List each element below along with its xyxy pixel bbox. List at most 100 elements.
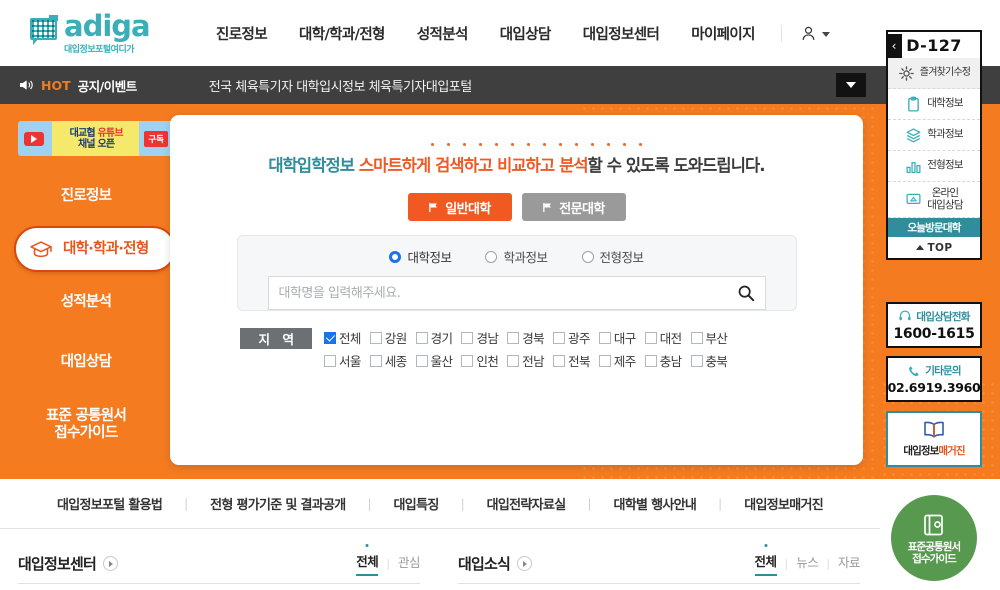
checkbox-icon (507, 354, 520, 367)
rail-item-university-info[interactable]: 대학정보 (888, 89, 980, 120)
rail-application-guide-button[interactable]: 표준공통원서 접수가이드 (891, 495, 977, 581)
radio-major-info[interactable]: 학과정보 (485, 247, 548, 266)
region-checkbox-jeonnam[interactable]: 전남 (507, 351, 545, 370)
quick-link-admission-features[interactable]: 대입특징 (372, 494, 461, 513)
nav-item-career[interactable]: 진로정보 (216, 23, 268, 44)
checkbox-icon (415, 331, 428, 344)
region-checkbox-gyeonggi[interactable]: 경기 (415, 328, 453, 347)
filter-news[interactable]: 뉴스 (796, 552, 819, 575)
region-checkbox-ulsan[interactable]: 울산 (415, 351, 453, 370)
quick-link-eval-criteria[interactable]: 전형 평가기준 및 결과공개 (188, 494, 367, 513)
adiga-building-icon (28, 15, 62, 49)
region-checkbox-seoul[interactable]: 서울 (324, 351, 361, 370)
rail-counsel-phone-box[interactable]: 대입상담전화 1600-1615 (886, 302, 982, 348)
notice-label-group[interactable]: HOT 공지/이벤트 (18, 76, 137, 95)
tab-general-university[interactable]: 일반대학 (407, 193, 512, 221)
region-checkbox-jeju[interactable]: 제주 (598, 351, 636, 370)
region-checkbox-all[interactable]: 전체 (324, 328, 361, 347)
clipboard-icon (908, 96, 920, 112)
tab-vocational-college[interactable]: 전문대학 (521, 193, 626, 221)
quick-link-university-events[interactable]: 대학별 행사안내 (592, 494, 719, 513)
region-checkbox-daejeon[interactable]: 대전 (644, 328, 682, 347)
region-checkbox-busan[interactable]: 부산 (690, 328, 728, 347)
radio-label: 대학정보 (407, 250, 452, 265)
rail-today-visited-button[interactable]: 오늘방문대학 (888, 218, 980, 237)
region-checkbox-gyeongbuk[interactable]: 경북 (507, 328, 545, 347)
site-logo[interactable]: adiga 대입정보포털여디가 (28, 11, 188, 55)
sidebar-item-career[interactable]: 진로정보 (0, 166, 172, 226)
layers-icon (906, 127, 921, 142)
rail-item-online-counsel[interactable]: 온라인 대입상담 (888, 182, 980, 218)
panel-rule (458, 583, 860, 584)
counsel-phone-number: 1600-1615 (893, 325, 975, 342)
youtube-subscribe-badge[interactable]: 구독 (144, 130, 168, 147)
radio-university-info[interactable]: 대학정보 (389, 247, 452, 266)
region-checkbox-daegu[interactable]: 대구 (598, 328, 636, 347)
youtube-channel-banner[interactable]: 대교협 유튜브 채널 오픈 구독 (18, 121, 173, 156)
radio-button-icon (485, 250, 498, 263)
nav-item-mypage[interactable]: 마이페이지 (691, 23, 755, 44)
rail-magazine-button[interactable]: 대입정보매거진 (886, 411, 982, 467)
region-filter-label: 지역 (240, 328, 312, 349)
search-icon[interactable] (737, 284, 755, 302)
rail-scroll-top-button[interactable]: TOP (888, 237, 980, 258)
headline-orange-part: 스마트하게 검색하고 비교하고 분석 (354, 156, 589, 175)
region-checkbox-chungnam[interactable]: 충남 (644, 351, 682, 370)
rail-item-admission-type-info[interactable]: 전형정보 (888, 151, 980, 182)
panel-title-group[interactable]: 대입소식 (458, 553, 533, 574)
notice-bar: HOT 공지/이벤트 전국 체육특기자 대학입시정보 체육특기자대입포털 (0, 66, 880, 104)
nav-item-grade-analysis[interactable]: 성적분석 (417, 23, 469, 44)
youtube-play-icon (24, 131, 44, 146)
filter-all[interactable]: 전체 (356, 551, 379, 576)
more-arrow-icon[interactable] (103, 556, 119, 571)
region-checkbox-gangwon[interactable]: 강원 (369, 328, 407, 347)
filter-materials[interactable]: 자료 (838, 552, 861, 575)
more-arrow-icon[interactable] (517, 556, 533, 571)
user-icon (802, 26, 815, 40)
notice-expand-button[interactable] (836, 73, 866, 97)
quick-links-bar: 대입정보포털 활용법 | 전형 평가기준 및 결과공개 | 대입특징 | 대입전… (0, 479, 880, 529)
quick-link-magazine[interactable]: 대입정보매거진 (722, 494, 845, 513)
sidebar-item-grade-analysis[interactable]: 성적분석 (0, 272, 172, 332)
search-input[interactable] (278, 285, 737, 301)
rail-collapse-button[interactable]: ‹ (886, 34, 902, 58)
guide-book-icon (924, 514, 943, 535)
filter-interest[interactable]: 관심 (398, 552, 421, 575)
panel-info-center: 대입정보센터 전체 | 관심 (0, 529, 440, 590)
region-checkbox-sejong[interactable]: 세종 (369, 351, 407, 370)
other-inquiry-title: 기타문의 (925, 365, 961, 377)
radio-admission-type-info[interactable]: 전형정보 (581, 247, 644, 266)
sidebar-item-label: 대학·학과·전형 (63, 240, 149, 257)
filter-all[interactable]: 전체 (754, 551, 777, 576)
radio-label: 학과정보 (503, 250, 548, 265)
nav-item-university[interactable]: 대학/학과/전형 (299, 23, 385, 44)
region-checkbox-gwangju[interactable]: 광주 (553, 328, 590, 347)
sidebar-item-application-guide[interactable]: 표준 공통원서 접수가이드 (0, 392, 172, 458)
checkbox-icon (461, 354, 474, 367)
panel-title: 대입소식 (458, 555, 511, 573)
rail-item-label: 즐겨찾기수정 (919, 67, 971, 79)
region-checkbox-gyeongnam[interactable]: 경남 (461, 328, 499, 347)
panel-title-group[interactable]: 대입정보센터 (18, 553, 119, 574)
chevron-down-icon (821, 32, 830, 37)
rail-item-edit-favorites[interactable]: 즐겨찾기수정 (888, 58, 980, 89)
quick-link-strategy-archive[interactable]: 대입전략자료실 (465, 494, 588, 513)
region-row-1: 전체 강원 경기 경남 경북 광주 대구 대전 부산 (324, 328, 728, 347)
nav-item-info-center[interactable]: 대입정보센터 (583, 23, 660, 44)
sidebar-item-university-major-type[interactable]: 대학·학과·전형 (14, 226, 192, 272)
region-checkbox-chungbuk[interactable]: 충북 (690, 351, 728, 370)
rail-item-major-info[interactable]: 학과정보 (888, 120, 980, 151)
account-menu[interactable] (780, 24, 830, 42)
checkbox-icon (553, 354, 566, 367)
notice-category: 공지/이벤트 (77, 78, 138, 94)
sidebar-item-admission-counsel[interactable]: 대입상담 (0, 332, 172, 392)
nav-item-admission-counsel[interactable]: 대입상담 (500, 23, 552, 44)
region-checkbox-incheon[interactable]: 인천 (461, 351, 499, 370)
top-label: TOP (927, 241, 953, 254)
quick-link-portal-guide[interactable]: 대입정보포털 활용법 (35, 494, 184, 513)
search-input-wrapper[interactable] (267, 276, 766, 310)
rail-other-inquiry-box[interactable]: 기타문의 02.6919.3960 (886, 356, 982, 402)
notice-text[interactable]: 전국 체육특기자 대학입시정보 체육특기자대입포털 (209, 76, 473, 95)
rail-menu: 즐겨찾기수정 대학정보 학과정보 전형정보 온라인 대입상담 오늘방문대학 TO… (886, 58, 982, 260)
region-checkbox-jeonbuk[interactable]: 전북 (553, 351, 590, 370)
